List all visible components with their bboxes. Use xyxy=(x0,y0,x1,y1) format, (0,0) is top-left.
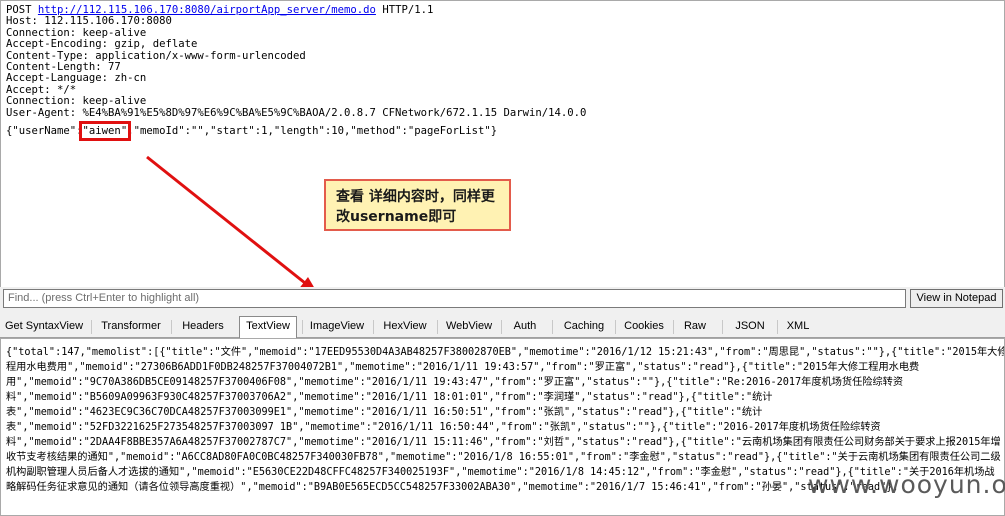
tab-cookies[interactable]: Cookies xyxy=(620,317,668,336)
tab-separator xyxy=(171,320,172,334)
body-suffix: ,"memoId":"","start":1,"length":10,"meth… xyxy=(127,125,498,137)
tab-raw[interactable]: Raw xyxy=(678,317,712,336)
response-tab-bar: Get SyntaxView Transformer Headers TextV… xyxy=(0,315,1005,338)
tab-xml[interactable]: XML xyxy=(782,317,814,336)
response-line: 程用水电费用","memoid":"27306B6ADD1F0DB248257F… xyxy=(6,362,920,373)
header-host: Host: 112.115.106.170:8080 xyxy=(6,15,172,28)
find-input[interactable]: Find... (press Ctrl+Enter to highlight a… xyxy=(3,289,906,308)
response-line: {"total":147,"memolist":[{"title":"文件","… xyxy=(6,347,1005,358)
header-user-agent: User-Agent: %E4%BA%91%E5%8D%97%E6%9C%BA%… xyxy=(6,106,587,119)
header-accept: Accept: */* xyxy=(6,83,77,96)
response-line: 用","memoid":"9C70A386DB5CE09148257F37004… xyxy=(6,377,904,388)
tab-separator xyxy=(722,320,723,334)
tab-auth[interactable]: Auth xyxy=(506,317,544,336)
request-method: POST xyxy=(6,4,32,16)
tab-json[interactable]: JSON xyxy=(730,317,770,336)
tab-get-syntaxview[interactable]: Get SyntaxView xyxy=(2,317,86,336)
request-body: {"userName":"aiwen","memoId":"","start":… xyxy=(6,121,498,141)
tab-headers[interactable]: Headers xyxy=(176,317,230,336)
tab-separator xyxy=(302,320,303,334)
tab-transformer[interactable]: Transformer xyxy=(96,317,166,336)
request-raw-text: POST http://112.115.106.170:8080/airport… xyxy=(6,4,587,119)
tab-separator xyxy=(777,320,778,334)
tab-caching[interactable]: Caching xyxy=(558,317,610,336)
annotation-callout: 查看 详细内容时，同样更改username即可 xyxy=(324,179,511,231)
tab-separator xyxy=(552,320,553,334)
response-line: 收节支考核结果的通知","memoid":"A6CC8AD80FA0C0BC48… xyxy=(6,452,1001,463)
tab-separator xyxy=(91,320,92,334)
header-connection-2: Connection: keep-alive xyxy=(6,95,147,108)
response-line: 料","memoid":"B5609A09963F930C48257F37003… xyxy=(6,392,773,403)
tab-separator xyxy=(373,320,374,334)
highlighted-username-value: "aiwen" xyxy=(78,121,132,141)
header-content-length: Content-Length: 77 xyxy=(6,61,121,74)
tab-textview[interactable]: TextView xyxy=(239,316,297,338)
tab-separator xyxy=(501,320,502,334)
view-in-notepad-button[interactable]: View in Notepad xyxy=(910,289,1003,308)
request-protocol: HTTP/1.1 xyxy=(382,4,434,16)
find-bar: Find... (press Ctrl+Enter to highlight a… xyxy=(0,287,1005,311)
request-pane[interactable]: POST http://112.115.106.170:8080/airport… xyxy=(0,0,1005,288)
header-connection: Connection: keep-alive xyxy=(6,26,147,39)
response-line: 略解码任务征求意见的通知（请各位领导高度重视）","memoid":"B9AB0… xyxy=(6,482,899,493)
header-accept-language: Accept-Language: zh-cn xyxy=(6,72,147,85)
tab-hexview[interactable]: HexView xyxy=(378,317,432,336)
watermark: www.wooyun.org xyxy=(808,470,1005,499)
header-content-type: Content-Type: application/x-www-form-url… xyxy=(6,49,306,62)
tab-separator xyxy=(615,320,616,334)
tab-imageview[interactable]: ImageView xyxy=(306,317,368,336)
tab-separator xyxy=(437,320,438,334)
response-line: 表","memoid":"4623EC9C36C70DCA48257F37003… xyxy=(6,407,763,418)
header-accept-encoding: Accept-Encoding: gzip, deflate xyxy=(6,38,198,51)
tab-webview[interactable]: WebView xyxy=(442,317,496,336)
tab-separator xyxy=(673,320,674,334)
response-line: 表","memoid":"52FD3221625F273548257F37003… xyxy=(6,422,881,433)
response-line: 料","memoid":"2DAA4F8BBE357A6A48257F37002… xyxy=(6,437,1001,448)
body-prefix: {"userName": xyxy=(6,125,83,137)
request-url-link[interactable]: http://112.115.106.170:8080/airportApp_s… xyxy=(38,4,376,16)
